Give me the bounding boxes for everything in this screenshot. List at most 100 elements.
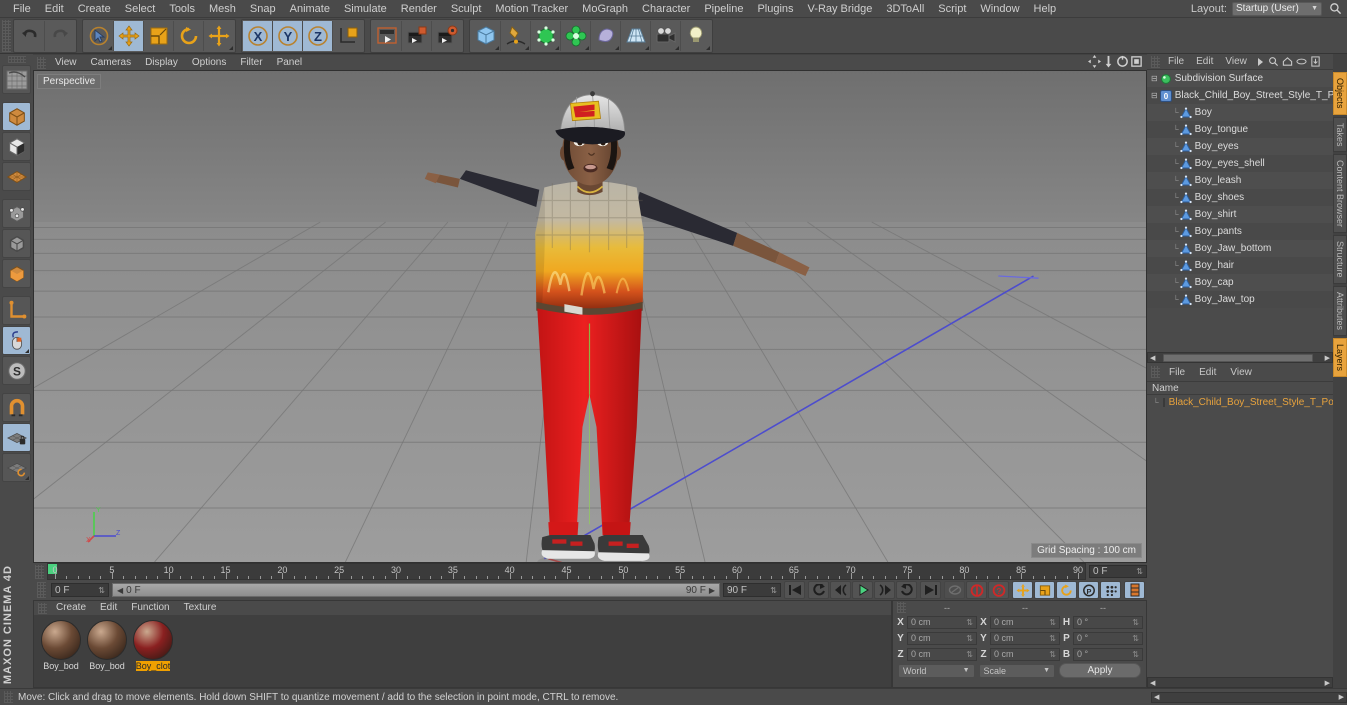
- world-object-coords[interactable]: [333, 20, 363, 51]
- object-manager-menu-file[interactable]: File: [1162, 54, 1190, 69]
- object-manager-menu-edit[interactable]: Edit: [1190, 54, 1219, 69]
- object-tree-row[interactable]: └ Boy: [1147, 104, 1333, 121]
- tool-options-corner[interactable]: [555, 45, 559, 50]
- eye-icon[interactable]: [1295, 55, 1309, 69]
- object-tree-row[interactable]: ⊟ Subdivision Surface: [1147, 70, 1333, 87]
- layer-manager-menu-view[interactable]: View: [1223, 367, 1259, 378]
- rotate-view-icon[interactable]: [1116, 55, 1129, 71]
- tree-expander-icon[interactable]: ⊟: [1151, 91, 1158, 100]
- record-position-toggle[interactable]: [1012, 581, 1033, 599]
- planar-workplane[interactable]: [2, 453, 31, 482]
- layer-manager-menu-file[interactable]: File: [1162, 367, 1192, 378]
- layer-manager-grip[interactable]: [1151, 366, 1160, 378]
- viewport-menu-panel[interactable]: Panel: [270, 55, 310, 70]
- spinner-icon[interactable]: ⇅: [966, 650, 973, 659]
- material-item[interactable]: Boy_bod: [40, 620, 82, 671]
- material-menu-create[interactable]: Create: [49, 601, 93, 615]
- viewport-menu-cameras[interactable]: Cameras: [84, 55, 139, 70]
- lock-x-axis[interactable]: X: [243, 20, 273, 51]
- coordinate-rotation-b-field[interactable]: 0 ° ⇅: [1073, 647, 1143, 661]
- record-parameter-toggle[interactable]: P: [1078, 581, 1099, 599]
- menu-item-mesh[interactable]: Mesh: [202, 0, 243, 18]
- status-scrollbar[interactable]: ◀ ▶: [1151, 691, 1347, 703]
- layer-manager-hscrollbar[interactable]: ◀ ▶: [1147, 677, 1333, 688]
- timeline-ruler[interactable]: 0 5 10 15 20 25 30 35 40 45 50 55 60 65 70 75 80 85 90: [47, 563, 1086, 580]
- current-frame-field[interactable]: 0 F ⇅: [51, 583, 109, 597]
- render-to-picture-viewer-button[interactable]: [402, 20, 432, 51]
- zoom-view-icon[interactable]: [1102, 55, 1115, 71]
- menu-item-help[interactable]: Help: [1027, 0, 1064, 18]
- spinner-icon[interactable]: ⇅: [770, 586, 777, 595]
- deformers-button[interactable]: [561, 20, 591, 51]
- object-tree-row[interactable]: └ Boy_pants: [1147, 223, 1333, 240]
- layout-select[interactable]: Startup (User) ▼: [1232, 1, 1322, 16]
- tool-options-corner[interactable]: [675, 45, 679, 50]
- layer-color-swatch[interactable]: [1162, 398, 1165, 407]
- coordinate-rotation-p-field[interactable]: 0 ° ⇅: [1073, 631, 1143, 645]
- coordinate-size-x-field[interactable]: 0 cm ⇅: [990, 615, 1060, 629]
- keyframe-selection-button[interactable]: ?: [988, 581, 1009, 599]
- coordinate-rotation-h-field[interactable]: 0 ° ⇅: [1073, 615, 1143, 629]
- material-item[interactable]: Boy_bod: [86, 620, 128, 671]
- menu-item-sculpt[interactable]: Sculpt: [444, 0, 489, 18]
- scroll-right-icon[interactable]: ▶: [1339, 693, 1344, 701]
- material-swatch-area[interactable]: Boy_bod Boy_bod Boy_clot: [34, 615, 891, 687]
- menu-item-edit[interactable]: Edit: [38, 0, 71, 18]
- polygon-mode[interactable]: [2, 259, 31, 288]
- spinner-icon[interactable]: ⇅: [1049, 634, 1056, 643]
- render-region-tool[interactable]: [2, 65, 31, 94]
- scroll-thumb[interactable]: [1163, 353, 1314, 362]
- menu-item-snap[interactable]: Snap: [243, 0, 283, 18]
- object-tree-row[interactable]: └ Boy_leash: [1147, 172, 1333, 189]
- coordinate-grip[interactable]: [897, 602, 906, 613]
- tool-options-corner[interactable]: [229, 45, 233, 50]
- material-menu-edit[interactable]: Edit: [93, 601, 124, 615]
- autokey-toggle[interactable]: [944, 581, 965, 599]
- vertical-tab-structure[interactable]: Structure: [1333, 235, 1347, 284]
- scene-object-button[interactable]: [591, 20, 621, 51]
- vertical-tab-attributes[interactable]: Attributes: [1333, 285, 1347, 336]
- point-mode[interactable]: [2, 199, 31, 228]
- maximize-view-icon[interactable]: [1130, 55, 1143, 71]
- object-tree-row[interactable]: ⊟ 0 Black_Child_Boy_Street_Style_T_P: [1147, 87, 1333, 104]
- preview-range-scrubber[interactable]: ◀ 0 F 90 F ▶: [112, 583, 720, 597]
- vertical-tab-takes[interactable]: Takes: [1333, 116, 1347, 153]
- search-icon[interactable]: [1327, 1, 1343, 17]
- tool-options-corner[interactable]: [495, 45, 499, 50]
- spinner-icon[interactable]: ⇅: [1049, 650, 1056, 659]
- tool-options-corner[interactable]: [645, 45, 649, 50]
- layer-manager-menu-edit[interactable]: Edit: [1192, 367, 1223, 378]
- menu-item-file[interactable]: File: [6, 0, 38, 18]
- select-tool[interactable]: [84, 20, 114, 51]
- record-pla-toggle[interactable]: [1100, 581, 1121, 599]
- menu-item-simulate[interactable]: Simulate: [337, 0, 394, 18]
- menu-item-render[interactable]: Render: [394, 0, 444, 18]
- scroll-left-icon[interactable]: ◀: [1154, 693, 1159, 701]
- scroll-left-icon[interactable]: ◀: [1150, 354, 1155, 362]
- step-forward-button[interactable]: [874, 581, 895, 599]
- scroll-right-icon[interactable]: ▶: [1325, 354, 1330, 362]
- material-menu-function[interactable]: Function: [124, 601, 176, 615]
- material-item[interactable]: Boy_clot: [132, 620, 174, 671]
- scroll-left-icon[interactable]: ◀: [1150, 679, 1155, 687]
- viewport-view-label[interactable]: Perspective: [37, 74, 102, 89]
- object-manager-grip[interactable]: [1151, 55, 1160, 68]
- material-preview-sphere[interactable]: [41, 620, 81, 660]
- menu-item-tools[interactable]: Tools: [162, 0, 202, 18]
- spinner-icon[interactable]: ⇅: [1132, 634, 1139, 643]
- add-spline-button[interactable]: [501, 20, 531, 51]
- scrub-right-arrow-icon[interactable]: ▶: [709, 586, 715, 595]
- menu-item-create[interactable]: Create: [71, 0, 118, 18]
- render-settings-button[interactable]: [432, 20, 462, 51]
- viewport-menu-filter[interactable]: Filter: [233, 55, 269, 70]
- spinner-icon[interactable]: ⇅: [1132, 618, 1139, 627]
- home-icon[interactable]: [1281, 55, 1295, 69]
- move-tool[interactable]: [114, 20, 144, 51]
- spinner-icon[interactable]: ⇅: [966, 618, 973, 627]
- model-mode[interactable]: [2, 102, 31, 131]
- object-tree-row[interactable]: └ Boy_eyes: [1147, 138, 1333, 155]
- viewport-menu-display[interactable]: Display: [138, 55, 185, 70]
- tool-options-corner[interactable]: [108, 45, 112, 50]
- menu-item-mograph[interactable]: MoGraph: [575, 0, 635, 18]
- object-manager-tree[interactable]: ⊟ Subdivision Surface ⊟ 0 Black_Child_Boy_St…: [1147, 69, 1333, 352]
